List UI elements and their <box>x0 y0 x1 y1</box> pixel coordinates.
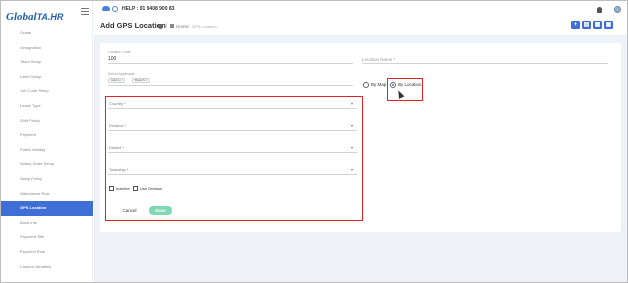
sidebar-item-attendance-rule[interactable]: Attendance Rule <box>1 187 93 202</box>
inactive-checkbox[interactable] <box>109 186 114 191</box>
district-chevron-down-icon: ▾ <box>351 145 354 150</box>
cancel-button[interactable]: Cancel <box>118 206 141 215</box>
chip-branch[interactable]: Branch × <box>132 78 151 83</box>
sidebar-item-team-setup[interactable]: Team Setup <box>1 55 93 70</box>
location-name-input[interactable] <box>362 63 608 64</box>
breadcrumb-separator-2: / <box>188 23 190 29</box>
sidebar-item-payment-title[interactable]: Payment Title <box>1 230 93 245</box>
user-avatar-icon[interactable] <box>614 6 621 13</box>
help-phone: HELP : 91 9408 900 83 <box>122 6 175 12</box>
applicable-label: Select Applicable <box>108 72 135 76</box>
sidebar-nav: Grade Designation Team Setup Label Setup… <box>1 26 93 274</box>
breadcrumb-home-link[interactable]: Home <box>176 24 188 29</box>
radio-by-map[interactable] <box>363 82 369 88</box>
app-logo[interactable]: GlobalTA.HR <box>6 7 66 23</box>
info-icon[interactable] <box>158 24 163 29</box>
division-select[interactable]: Division * <box>109 123 126 128</box>
breadcrumb-separator: | <box>166 23 168 29</box>
township-select[interactable]: Township * <box>109 167 128 172</box>
list-view-button[interactable]: ▤ <box>582 21 591 29</box>
sidebar-item-payment-rule[interactable]: Payment Rule <box>1 245 93 260</box>
highlight-box-location-fields <box>105 96 363 221</box>
gear-icon[interactable] <box>112 6 118 12</box>
sidebar-item-leave-type[interactable]: Leave Type <box>1 99 93 114</box>
sidebar-item-public-holiday[interactable]: Public Holiday <box>1 143 93 158</box>
logo-sub-text: TA.HR <box>36 12 64 22</box>
radio-by-location[interactable] <box>390 82 396 88</box>
location-name-label: Location Name * <box>362 57 396 62</box>
use-division-checkbox[interactable] <box>133 186 138 191</box>
applicable-underline <box>108 85 353 86</box>
township-underline <box>108 174 357 175</box>
township-chevron-down-icon: ▾ <box>351 167 354 172</box>
district-underline <box>108 152 357 153</box>
chip-admin[interactable]: Admin × <box>108 78 126 83</box>
grid-view-button[interactable]: ▦ <box>593 21 602 29</box>
export-button[interactable]: ▣ <box>604 21 613 29</box>
sidebar-item-gps-location[interactable]: GPS Location <box>1 201 93 216</box>
sidebar-item-bank-info[interactable]: Bank Info <box>1 216 93 231</box>
logo-main-text: Global <box>6 11 37 23</box>
add-button[interactable]: + <box>571 21 580 29</box>
cloud-icon[interactable] <box>102 6 110 11</box>
division-underline <box>108 130 357 131</box>
country-select[interactable]: Country * <box>109 101 126 106</box>
country-chevron-down-icon: ▾ <box>351 101 354 106</box>
radio-by-location-label: By Location <box>398 82 422 87</box>
sidebar-item-grade[interactable]: Grade <box>1 26 93 41</box>
sidebar-item-label-setup[interactable]: Label Setup <box>1 70 93 85</box>
sidebar-item-swap-policy[interactable]: Swap Policy <box>1 172 93 187</box>
sidebar-item-designation[interactable]: Designation <box>1 41 93 56</box>
header-actions: + ▤ ▦ ▣ <box>571 21 613 29</box>
sidebar-item-salary-scale-setup[interactable]: Salary Scale Setup <box>1 157 93 172</box>
location-code-label: Location Code <box>108 50 131 54</box>
sidebar-item-payment[interactable]: Payment <box>1 128 93 143</box>
home-icon[interactable] <box>170 24 174 28</box>
top-bar: HELP : 91 9408 900 83 <box>94 1 627 19</box>
sidebar-item-shift-policy[interactable]: Shift Policy <box>1 114 93 129</box>
division-chevron-down-icon: ▾ <box>351 123 354 128</box>
save-button[interactable]: Save <box>149 206 172 215</box>
sidebar-item-custom-variables[interactable]: Custom Variables <box>1 260 93 275</box>
radio-by-map-label: By Map <box>371 82 387 87</box>
district-select[interactable]: District * <box>109 145 124 150</box>
breadcrumb-current: GPS Location <box>192 24 217 29</box>
sidebar: GlobalTA.HR Grade Designation Team Setup… <box>1 1 93 282</box>
menu-collapse-icon[interactable] <box>81 8 89 15</box>
location-code-underline <box>108 63 353 64</box>
inactive-label: Inactive <box>116 186 130 191</box>
use-division-label: Use Division <box>140 186 163 191</box>
location-code-input[interactable]: 100 <box>108 56 116 62</box>
bell-icon[interactable] <box>597 7 602 13</box>
sidebar-item-job-code-setup[interactable]: Job Code Setup <box>1 84 93 99</box>
country-underline <box>108 108 357 109</box>
page-title: Add GPS Location <box>100 21 166 30</box>
